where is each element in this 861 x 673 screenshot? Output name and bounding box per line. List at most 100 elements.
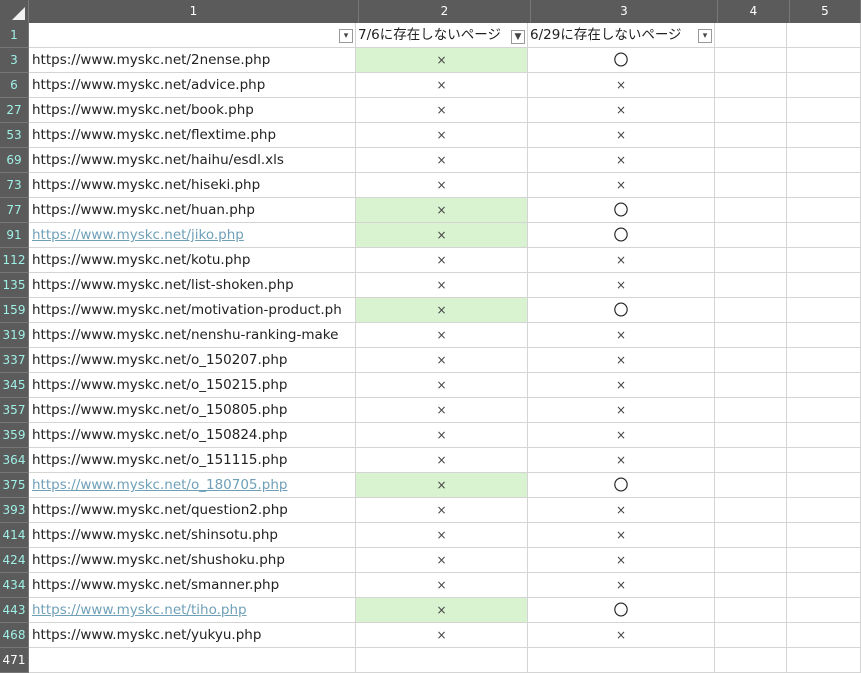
row-header[interactable]: 337 xyxy=(0,348,29,373)
cell[interactable] xyxy=(787,448,861,473)
status-6-29-cell[interactable]: 〇 xyxy=(528,48,715,73)
row-header[interactable]: 3 xyxy=(0,48,29,73)
status-6-29-cell[interactable]: × xyxy=(528,523,715,548)
row-header[interactable]: 443 xyxy=(0,598,29,623)
url-cell[interactable]: https://www.myskc.net/flextime.php xyxy=(29,123,356,148)
status-7-6-cell[interactable]: × xyxy=(356,223,528,248)
row-header[interactable]: 1 xyxy=(0,23,29,48)
cell[interactable] xyxy=(715,123,787,148)
select-all-corner[interactable] xyxy=(0,0,29,23)
status-7-6-cell[interactable]: × xyxy=(356,573,528,598)
url-cell[interactable]: https://www.myskc.net/tiho.php xyxy=(29,598,356,623)
cell[interactable] xyxy=(787,323,861,348)
status-6-29-cell[interactable]: × xyxy=(528,448,715,473)
url-cell[interactable]: https://www.myskc.net/haihu/esdl.xls xyxy=(29,148,356,173)
status-6-29-cell[interactable]: × xyxy=(528,98,715,123)
cell[interactable] xyxy=(787,123,861,148)
url-cell[interactable]: https://www.myskc.net/nenshu-ranking-mak… xyxy=(29,323,356,348)
row-header[interactable]: 357 xyxy=(0,398,29,423)
status-7-6-cell[interactable]: × xyxy=(356,623,528,648)
cell[interactable] xyxy=(715,48,787,73)
cell[interactable] xyxy=(787,48,861,73)
cell[interactable] xyxy=(715,498,787,523)
status-7-6-cell[interactable]: × xyxy=(356,198,528,223)
url-cell[interactable]: https://www.myskc.net/o_180705.php xyxy=(29,473,356,498)
row-header[interactable]: 77 xyxy=(0,198,29,223)
row-header[interactable]: 319 xyxy=(0,323,29,348)
row-header[interactable]: 424 xyxy=(0,548,29,573)
status-6-29-cell[interactable]: 〇 xyxy=(528,598,715,623)
status-7-6-cell[interactable]: × xyxy=(356,273,528,298)
header-cell-7-6[interactable]: 7/6に存在しないページ ▼ xyxy=(356,23,528,48)
status-6-29-cell[interactable]: × xyxy=(528,548,715,573)
cell[interactable] xyxy=(715,423,787,448)
url-cell[interactable]: https://www.myskc.net/kotu.php xyxy=(29,248,356,273)
cell[interactable] xyxy=(787,73,861,98)
column-header-2[interactable]: 2 xyxy=(359,0,531,23)
cell[interactable] xyxy=(715,648,787,673)
url-cell[interactable]: https://www.myskc.net/shinsotu.php xyxy=(29,523,356,548)
row-header[interactable]: 359 xyxy=(0,423,29,448)
cell[interactable] xyxy=(715,223,787,248)
row-header[interactable]: 27 xyxy=(0,98,29,123)
status-7-6-cell[interactable]: × xyxy=(356,123,528,148)
status-6-29-cell[interactable]: × xyxy=(528,323,715,348)
status-7-6-cell[interactable]: × xyxy=(356,548,528,573)
cell[interactable] xyxy=(715,448,787,473)
cell[interactable] xyxy=(715,298,787,323)
status-7-6-cell[interactable]: × xyxy=(356,248,528,273)
url-cell[interactable]: https://www.myskc.net/o_151115.php xyxy=(29,448,356,473)
status-7-6-cell[interactable]: × xyxy=(356,598,528,623)
url-cell[interactable]: https://www.myskc.net/o_150215.php xyxy=(29,373,356,398)
status-7-6-cell[interactable]: × xyxy=(356,398,528,423)
column-header-4[interactable]: 4 xyxy=(718,0,790,23)
filter-dropdown-icon[interactable]: ▾ xyxy=(339,29,353,43)
row-header[interactable]: 471 xyxy=(0,648,29,673)
cell[interactable] xyxy=(715,473,787,498)
cell[interactable] xyxy=(715,198,787,223)
status-6-29-cell[interactable]: × xyxy=(528,348,715,373)
cell[interactable] xyxy=(787,573,861,598)
url-cell[interactable]: https://www.myskc.net/smanner.php xyxy=(29,573,356,598)
row-header[interactable]: 159 xyxy=(0,298,29,323)
status-7-6-cell[interactable] xyxy=(356,648,528,673)
row-header[interactable]: 69 xyxy=(0,148,29,173)
status-6-29-cell[interactable]: × xyxy=(528,73,715,98)
url-cell[interactable]: https://www.myskc.net/advice.php xyxy=(29,73,356,98)
cell[interactable] xyxy=(787,548,861,573)
row-header[interactable]: 112 xyxy=(0,248,29,273)
cell[interactable] xyxy=(787,623,861,648)
url-cell[interactable]: https://www.myskc.net/o_150824.php xyxy=(29,423,356,448)
url-cell[interactable]: https://www.myskc.net/shushoku.php xyxy=(29,548,356,573)
status-6-29-cell[interactable] xyxy=(528,648,715,673)
status-6-29-cell[interactable]: × xyxy=(528,423,715,448)
status-7-6-cell[interactable]: × xyxy=(356,498,528,523)
status-7-6-cell[interactable]: × xyxy=(356,73,528,98)
cell[interactable] xyxy=(715,548,787,573)
url-cell[interactable]: https://www.myskc.net/huan.php xyxy=(29,198,356,223)
cell[interactable] xyxy=(715,348,787,373)
cell[interactable] xyxy=(787,523,861,548)
cell[interactable] xyxy=(787,273,861,298)
cell[interactable] xyxy=(787,648,861,673)
row-header[interactable]: 135 xyxy=(0,273,29,298)
filter-dropdown-icon[interactable]: ▾ xyxy=(698,29,712,43)
status-6-29-cell[interactable]: × xyxy=(528,398,715,423)
cell[interactable] xyxy=(715,173,787,198)
status-6-29-cell[interactable]: × xyxy=(528,498,715,523)
status-7-6-cell[interactable]: × xyxy=(356,473,528,498)
cell[interactable] xyxy=(715,398,787,423)
header-cell-url[interactable]: ▾ xyxy=(29,23,356,48)
cell[interactable] xyxy=(715,323,787,348)
cell[interactable] xyxy=(715,523,787,548)
url-cell[interactable]: https://www.myskc.net/list-shoken.php xyxy=(29,273,356,298)
url-cell[interactable]: https://www.myskc.net/question2.php xyxy=(29,498,356,523)
row-header[interactable]: 53 xyxy=(0,123,29,148)
url-cell[interactable]: https://www.myskc.net/jiko.php xyxy=(29,223,356,248)
status-6-29-cell[interactable]: × xyxy=(528,623,715,648)
status-7-6-cell[interactable]: × xyxy=(356,98,528,123)
cell[interactable] xyxy=(715,598,787,623)
cell[interactable] xyxy=(715,23,787,48)
url-cell[interactable] xyxy=(29,648,356,673)
cell[interactable] xyxy=(787,348,861,373)
